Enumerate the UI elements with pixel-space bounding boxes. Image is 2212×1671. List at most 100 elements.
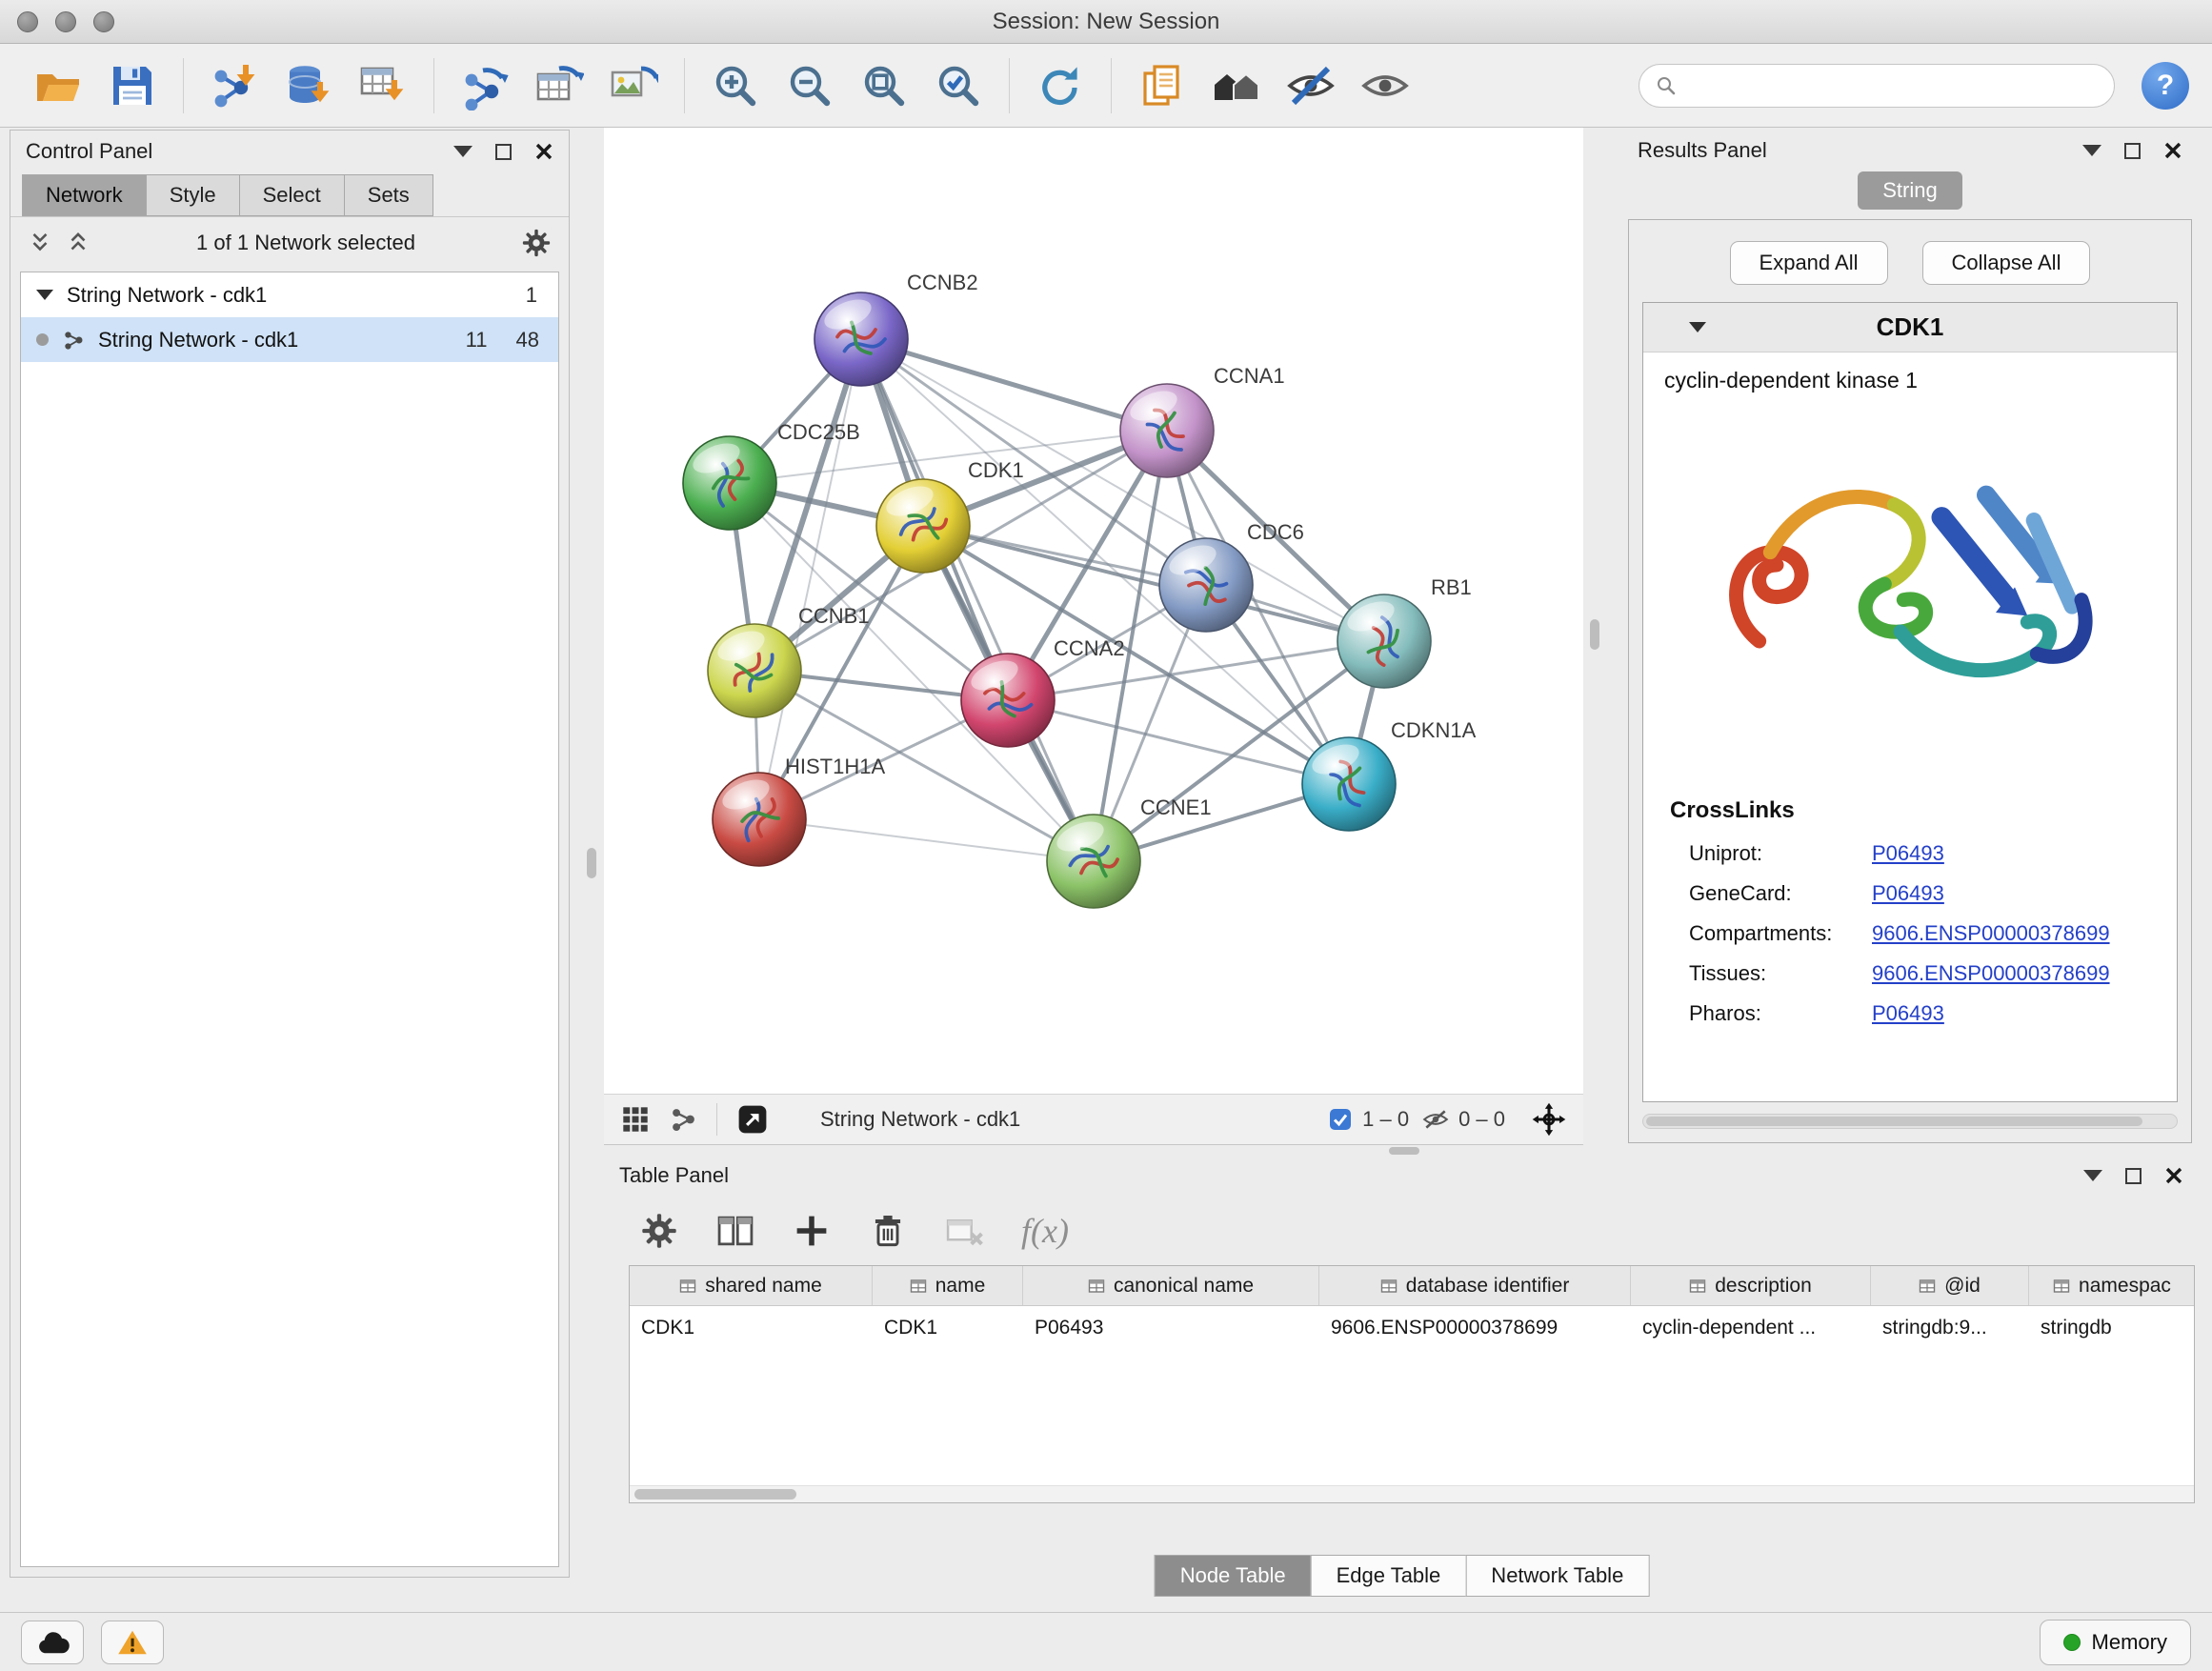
gene-card-header[interactable]: CDK1: [1643, 303, 2177, 352]
show-columns-icon[interactable]: [716, 1212, 754, 1250]
column-header-namespac[interactable]: namespac: [2029, 1266, 2195, 1305]
network-node-CCNE1[interactable]: [1047, 815, 1140, 908]
left-splitter-handle[interactable]: [587, 848, 596, 878]
import-network-file-button[interactable]: [199, 52, 270, 119]
network-collection-row[interactable]: String Network - cdk1 1: [21, 272, 558, 317]
show-all-button[interactable]: [1350, 52, 1420, 119]
selected-checkbox-icon[interactable]: [1328, 1107, 1353, 1132]
crosslink-link[interactable]: P06493: [1872, 841, 1944, 866]
table-close-icon[interactable]: [2164, 1166, 2183, 1185]
search-input[interactable]: [1687, 73, 2099, 98]
network-node-RB1[interactable]: [1337, 594, 1431, 688]
import-network-database-button[interactable]: [273, 52, 344, 119]
collapse-all-button[interactable]: Collapse All: [1922, 241, 2091, 285]
network-node-CCNB1[interactable]: [708, 624, 801, 717]
network-from-table-button[interactable]: [524, 52, 594, 119]
network-node-CDKN1A[interactable]: [1302, 737, 1396, 831]
table-gear-icon[interactable]: [640, 1212, 678, 1250]
panel-menu-icon[interactable]: [453, 146, 473, 157]
zoom-fit-button[interactable]: [849, 52, 919, 119]
network-node-CDK1[interactable]: [876, 479, 970, 573]
column-header-canonical-name[interactable]: canonical name: [1023, 1266, 1319, 1305]
results-scrollbar[interactable]: [1642, 1114, 2178, 1129]
network-node-CCNA2[interactable]: [961, 654, 1055, 747]
hide-selected-button[interactable]: [1276, 52, 1346, 119]
column-header-database-identifier[interactable]: database identifier: [1319, 1266, 1631, 1305]
memory-label: Memory: [2092, 1630, 2167, 1655]
network-tree: String Network - cdk1 1 String Network -…: [20, 272, 559, 1567]
function-builder-button[interactable]: f(x): [1021, 1211, 1069, 1251]
column-header-shared-name[interactable]: shared name: [630, 1266, 873, 1305]
cloud-status-button[interactable]: [21, 1621, 84, 1664]
results-float-icon[interactable]: [2124, 143, 2141, 159]
collapse-all-icon[interactable]: [28, 231, 52, 255]
open-session-button[interactable]: [23, 52, 93, 119]
export-image-button[interactable]: [598, 52, 669, 119]
tree-disclosure-icon[interactable]: [36, 290, 53, 300]
column-header-name[interactable]: name: [873, 1266, 1023, 1305]
save-session-button[interactable]: [97, 52, 168, 119]
right-splitter-handle[interactable]: [1590, 619, 1599, 650]
column-header-description[interactable]: description: [1631, 1266, 1871, 1305]
results-close-icon[interactable]: [2163, 141, 2182, 160]
delete-table-icon[interactable]: [945, 1212, 983, 1250]
float-panel-icon[interactable]: [495, 144, 512, 160]
help-button[interactable]: ?: [2142, 62, 2189, 110]
zoom-out-button[interactable]: [774, 52, 845, 119]
pan-crosshair-icon[interactable]: [1532, 1102, 1566, 1137]
results-tab-string[interactable]: String: [1858, 171, 1961, 210]
copy-document-icon: [1137, 61, 1187, 111]
network-node-CDC6[interactable]: [1159, 538, 1253, 632]
column-header--id[interactable]: @id: [1871, 1266, 2029, 1305]
delete-column-trash-icon[interactable]: [869, 1212, 907, 1250]
table-tab-node-table[interactable]: Node Table: [1155, 1555, 1312, 1597]
zoom-window-button[interactable]: [93, 11, 114, 32]
expand-all-icon[interactable]: [66, 231, 90, 255]
table-horizontal-scrollbar[interactable]: [630, 1485, 2194, 1502]
tab-sets[interactable]: Sets: [344, 174, 433, 216]
network-row[interactable]: String Network - cdk1 11 48: [21, 317, 558, 362]
network-node-CDC25B[interactable]: [683, 436, 776, 530]
add-column-icon[interactable]: [793, 1212, 831, 1250]
network-view-share-icon[interactable]: [669, 1105, 697, 1134]
table-tab-edge-table[interactable]: Edge Table: [1311, 1555, 1467, 1597]
gene-disclosure-icon[interactable]: [1689, 322, 1706, 332]
crosslink-link[interactable]: P06493: [1872, 1001, 1944, 1026]
tab-select[interactable]: Select: [239, 174, 345, 216]
houses-button[interactable]: [1201, 52, 1272, 119]
detach-view-icon[interactable]: [736, 1103, 769, 1136]
crosslink-link[interactable]: 9606.ENSP00000378699: [1872, 921, 2110, 946]
zoom-selected-button[interactable]: [923, 52, 994, 119]
duplicate-document-button[interactable]: [1127, 52, 1197, 119]
table-row[interactable]: CDK1CDK1P064939606.ENSP00000378699cyclin…: [630, 1306, 2194, 1350]
import-table-file-button[interactable]: [348, 52, 418, 119]
table-cell: 9606.ENSP00000378699: [1319, 1306, 1631, 1350]
results-panel-menu-icon[interactable]: [2082, 145, 2101, 156]
table-panel-menu-icon[interactable]: [2083, 1170, 2102, 1181]
edge-count: 48: [516, 328, 539, 352]
bottom-splitter-handle[interactable]: [1389, 1147, 1419, 1155]
table-tab-network-table[interactable]: Network Table: [1465, 1555, 1649, 1597]
close-panel-icon[interactable]: [534, 142, 553, 161]
refresh-view-button[interactable]: [1025, 52, 1096, 119]
toolbar-search[interactable]: [1639, 64, 2115, 108]
network-canvas[interactable]: CCNB2CCNA1CDC25BCDK1CDC6RB1CCNB1CCNA2CDK…: [604, 128, 1583, 1094]
crosslink-link[interactable]: P06493: [1872, 881, 1944, 906]
zoom-in-button[interactable]: [700, 52, 771, 119]
network-node-CCNA1[interactable]: [1120, 384, 1214, 477]
minimize-window-button[interactable]: [55, 11, 76, 32]
gear-icon[interactable]: [521, 228, 552, 258]
tab-network[interactable]: Network: [22, 174, 147, 216]
new-network-button[interactable]: [450, 52, 520, 119]
expand-all-button[interactable]: Expand All: [1730, 241, 1888, 285]
memory-button[interactable]: Memory: [2040, 1620, 2191, 1665]
grid-view-icon[interactable]: [621, 1105, 650, 1134]
table-float-icon[interactable]: [2125, 1168, 2142, 1184]
hidden-eye-slash-icon[interactable]: [1422, 1106, 1449, 1133]
tab-style[interactable]: Style: [146, 174, 240, 216]
warnings-button[interactable]: [101, 1621, 164, 1664]
network-node-CCNB2[interactable]: [814, 292, 908, 386]
network-node-HIST1H1A[interactable]: [713, 773, 806, 866]
close-window-button[interactable]: [17, 11, 38, 32]
crosslink-link[interactable]: 9606.ENSP00000378699: [1872, 961, 2110, 986]
